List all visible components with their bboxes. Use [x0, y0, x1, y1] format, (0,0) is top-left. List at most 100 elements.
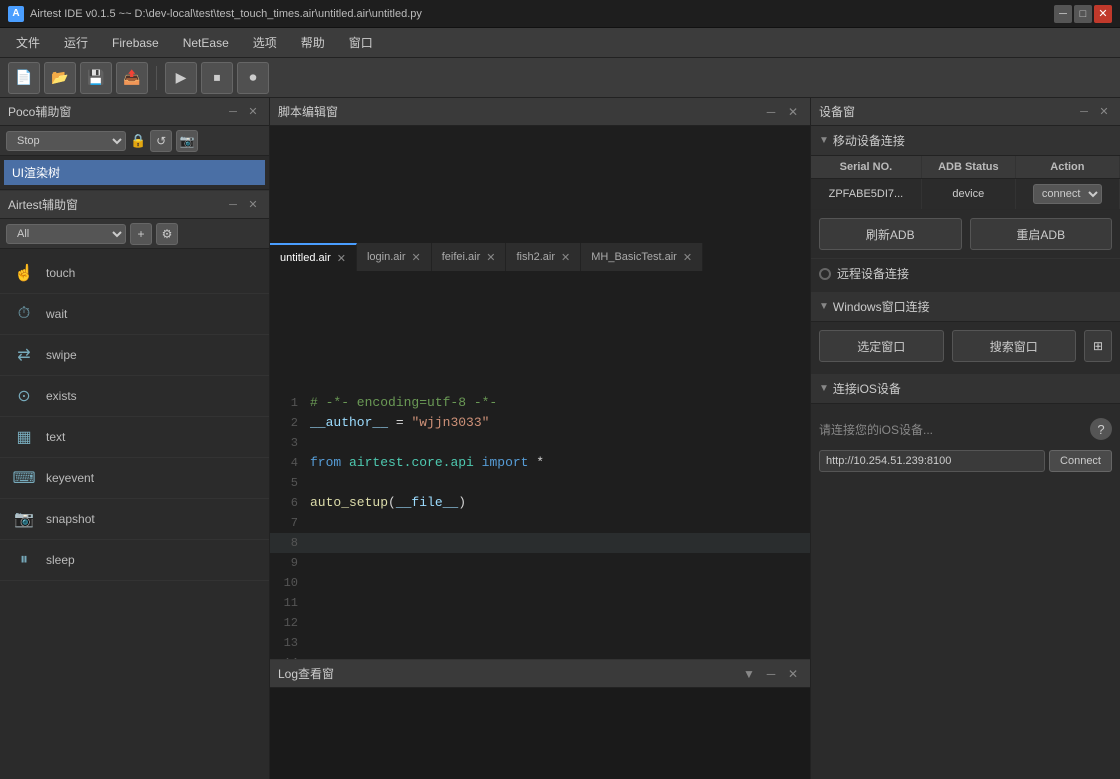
windows-section-label: Windows窗口连接: [833, 298, 930, 315]
device-close-button[interactable]: ✕: [1096, 104, 1112, 120]
tree-item-ui[interactable]: UI渲染树: [4, 160, 265, 185]
new-file-button[interactable]: 📄: [8, 62, 40, 94]
device-action[interactable]: connect: [1015, 179, 1119, 210]
poco-header: Poco辅助窗 ─ ✕: [0, 98, 269, 126]
touch-icon: ☝: [12, 261, 36, 285]
poco-screenshot-button[interactable]: 📷: [176, 130, 198, 152]
run-button[interactable]: ▶: [165, 62, 197, 94]
tab-close-icon[interactable]: ✕: [412, 251, 421, 264]
code-line-10: 10: [270, 573, 810, 593]
tab-fish2-air[interactable]: fish2.air ✕: [506, 243, 581, 271]
toolbar-separator: [156, 66, 157, 90]
tab-mh-basic-test-air[interactable]: MH_BasicTest.air ✕: [581, 243, 703, 271]
airtest-item-text[interactable]: ▦ text: [0, 417, 269, 458]
device-connect-dropdown[interactable]: connect: [1033, 184, 1102, 204]
adb-button-row: 刷新ADB 重启ADB: [811, 210, 1120, 258]
editor-header: 脚本编辑窗 ─ ✕: [270, 98, 810, 126]
log-content: [270, 688, 810, 779]
select-window-button[interactable]: 选定窗口: [819, 330, 944, 362]
sleep-label: sleep: [46, 553, 75, 567]
tab-label: fish2.air: [516, 251, 555, 263]
airtest-item-wait[interactable]: ⏱ wait: [0, 294, 269, 335]
code-line-9: 9: [270, 553, 810, 573]
ios-section: 请连接您的iOS设备... ? Connect: [811, 404, 1120, 484]
code-editor[interactable]: 1 # -*- encoding=utf-8 -*- 2 __author__ …: [270, 389, 810, 660]
open-folder-button[interactable]: 📂: [44, 62, 76, 94]
restart-adb-button[interactable]: 重启ADB: [970, 218, 1113, 250]
tab-close-icon[interactable]: ✕: [337, 252, 346, 265]
menu-firebase[interactable]: Firebase: [100, 32, 171, 54]
code-line-1: 1 # -*- encoding=utf-8 -*-: [270, 393, 810, 413]
record-button[interactable]: ⏺: [237, 62, 269, 94]
ios-connect-text: 请连接您的iOS设备...: [819, 421, 933, 438]
swipe-icon: ⇄: [12, 343, 36, 367]
ios-help-button[interactable]: ?: [1090, 418, 1112, 440]
code-line-11: 11: [270, 593, 810, 613]
tab-untitled-air[interactable]: untitled.air ✕: [270, 243, 357, 271]
maximize-button[interactable]: □: [1074, 5, 1092, 23]
ios-url-input[interactable]: [819, 450, 1045, 472]
window-controls: ─ □ ✕: [1054, 5, 1112, 23]
exists-label: exists: [46, 389, 77, 403]
minimize-button[interactable]: ─: [1054, 5, 1072, 23]
tab-label: untitled.air: [280, 252, 331, 264]
stop-button[interactable]: ⏹: [201, 62, 233, 94]
poco-refresh-button[interactable]: ↺: [150, 130, 172, 152]
airtest-dropdown[interactable]: All: [6, 224, 126, 244]
airtest-item-keyevent[interactable]: ⌨ keyevent: [0, 458, 269, 499]
poco-title: Poco辅助窗: [8, 103, 71, 120]
airtest-item-snapshot[interactable]: 📷 snapshot: [0, 499, 269, 540]
tab-close-icon[interactable]: ✕: [683, 251, 692, 264]
airtest-item-exists[interactable]: ⊙ exists: [0, 376, 269, 417]
menu-file[interactable]: 文件: [4, 30, 52, 55]
tab-close-icon[interactable]: ✕: [486, 251, 495, 264]
remote-label: 远程设备连接: [837, 265, 909, 282]
poco-dropdown[interactable]: Stop: [6, 131, 126, 151]
export-button[interactable]: 📤: [116, 62, 148, 94]
log-minimize-button[interactable]: ─: [762, 665, 780, 683]
menu-options[interactable]: 选项: [241, 30, 289, 55]
airtest-item-swipe[interactable]: ⇄ swipe: [0, 335, 269, 376]
code-line-8: 8: [270, 533, 810, 553]
airtest-toolbar: All + ⚙: [0, 219, 269, 249]
windows-extra-button[interactable]: ⊞: [1084, 330, 1112, 362]
airtest-item-sleep[interactable]: ⏸ sleep: [0, 540, 269, 581]
log-filter-button[interactable]: ▼: [740, 665, 758, 683]
ios-connect-row: 请连接您的iOS设备... ?: [819, 412, 1112, 446]
tabs-bar: untitled.air ✕ login.air ✕ feifei.air ✕ …: [270, 126, 810, 389]
airtest-add-button[interactable]: +: [130, 223, 152, 245]
menu-window[interactable]: 窗口: [337, 30, 385, 55]
snapshot-label: snapshot: [46, 512, 95, 526]
refresh-adb-button[interactable]: 刷新ADB: [819, 218, 962, 250]
windows-section-title: ▼ Windows窗口连接: [811, 292, 1120, 322]
airtest-settings-button[interactable]: ⚙: [156, 223, 178, 245]
tab-login-air[interactable]: login.air ✕: [357, 243, 432, 271]
log-controls: ▼ ─ ✕: [740, 665, 802, 683]
editor-close-button[interactable]: ✕: [784, 103, 802, 121]
tab-feifei-air[interactable]: feifei.air ✕: [432, 243, 507, 271]
airtest-close-button[interactable]: ✕: [245, 197, 261, 213]
device-minimize-button[interactable]: ─: [1076, 104, 1092, 120]
touch-label: touch: [46, 266, 75, 280]
ios-triangle-icon: ▼: [819, 383, 829, 394]
log-close-button[interactable]: ✕: [784, 665, 802, 683]
poco-minimize-button[interactable]: ─: [225, 104, 241, 120]
text-label: text: [46, 430, 65, 444]
tab-label: MH_BasicTest.air: [591, 251, 677, 263]
airtest-item-touch[interactable]: ☝ touch: [0, 253, 269, 294]
poco-panel-controls: ─ ✕: [225, 104, 261, 120]
search-window-button[interactable]: 搜索窗口: [952, 330, 1077, 362]
poco-close-button[interactable]: ✕: [245, 104, 261, 120]
ios-section-title: ▼ 连接iOS设备: [811, 374, 1120, 404]
ios-connect-button[interactable]: Connect: [1049, 450, 1112, 472]
close-button[interactable]: ✕: [1094, 5, 1112, 23]
menu-run[interactable]: 运行: [52, 30, 100, 55]
editor-minimize-button[interactable]: ─: [762, 103, 780, 121]
remote-radio[interactable]: [819, 268, 831, 280]
menu-netease[interactable]: NetEase: [171, 32, 241, 54]
menu-help[interactable]: 帮助: [289, 30, 337, 55]
airtest-minimize-button[interactable]: ─: [225, 197, 241, 213]
save-button[interactable]: 💾: [80, 62, 112, 94]
airtest-panel-controls: ─ ✕: [225, 197, 261, 213]
tab-close-icon[interactable]: ✕: [561, 251, 570, 264]
